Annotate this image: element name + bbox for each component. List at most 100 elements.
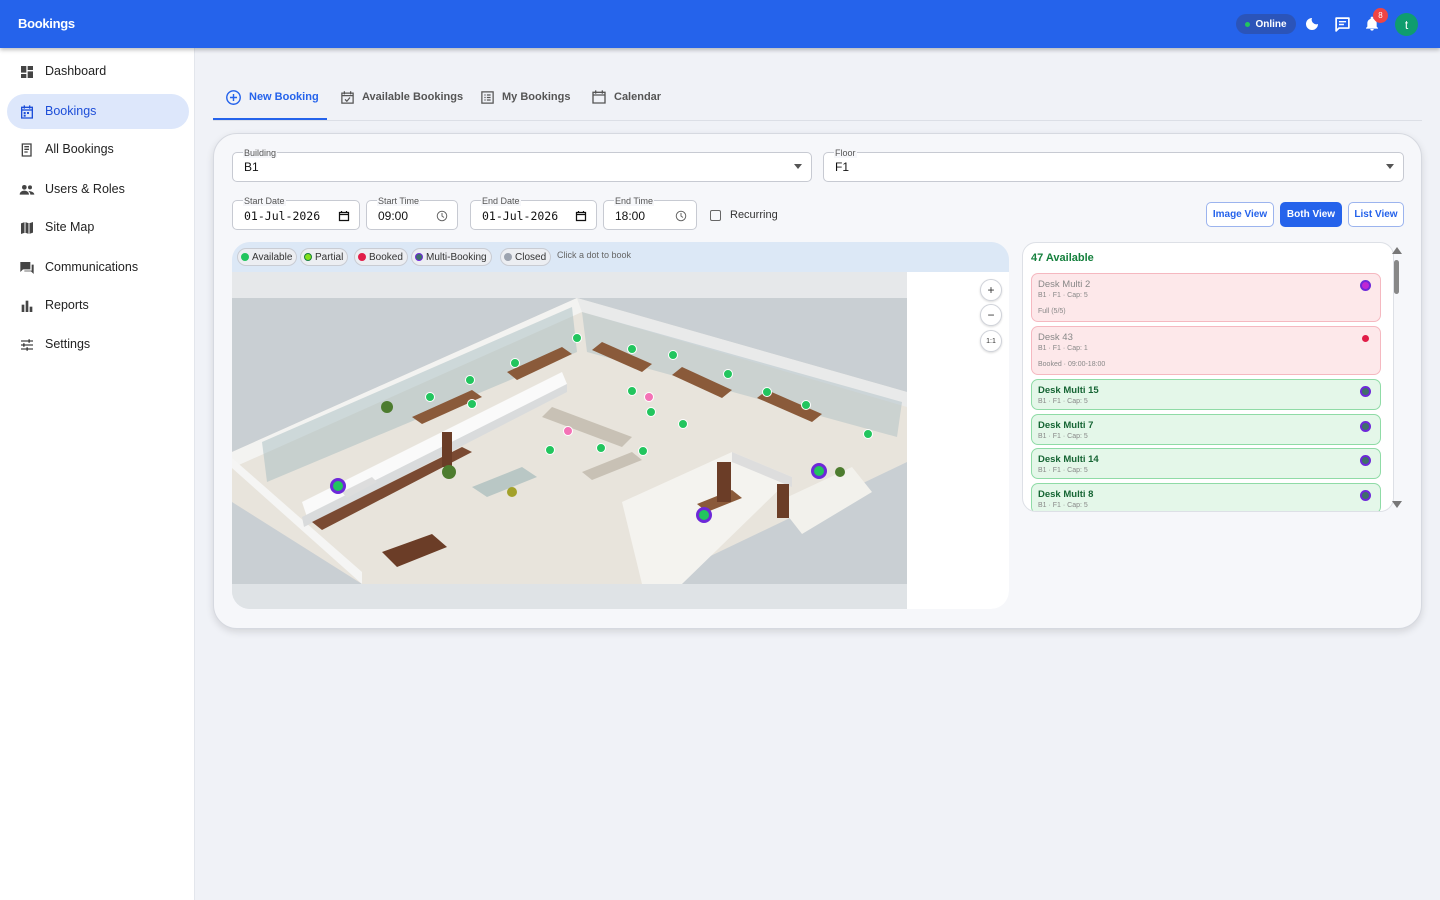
desk-dot-available[interactable] bbox=[668, 350, 678, 360]
tab-label: New Booking bbox=[249, 91, 319, 103]
desk-dot-available[interactable] bbox=[678, 419, 688, 429]
desk-dot-multi-booking[interactable] bbox=[811, 463, 827, 479]
list-item[interactable]: Desk Multi 2 B1 · F1 · Cap: 5 Full (5/5) bbox=[1031, 273, 1381, 322]
floor-plan-image[interactable] bbox=[232, 272, 907, 609]
booked-dot-icon bbox=[358, 253, 366, 261]
sidebar-item-label: Communications bbox=[45, 260, 139, 274]
sidebar-item-reports[interactable]: Reports bbox=[7, 288, 189, 323]
status-dot-icon bbox=[1360, 455, 1371, 466]
chat-icon[interactable] bbox=[1332, 14, 1352, 34]
zoom-out-button[interactable]: − bbox=[980, 304, 1002, 326]
building-value: B1 bbox=[244, 160, 259, 174]
desk-dot-available[interactable] bbox=[467, 399, 477, 409]
recurring-checkbox[interactable]: Recurring bbox=[710, 209, 778, 221]
desk-dot-available[interactable] bbox=[627, 344, 637, 354]
tab-my-bookings[interactable]: My Bookings bbox=[480, 84, 570, 110]
start-time-label: Start Time bbox=[377, 196, 421, 206]
status-dot-icon bbox=[1360, 421, 1371, 432]
desk-dot-available[interactable] bbox=[723, 369, 733, 379]
desk-dot-available[interactable] bbox=[863, 429, 873, 439]
desk-dot-available[interactable] bbox=[572, 333, 582, 343]
tab-calendar[interactable]: Calendar bbox=[591, 84, 661, 110]
end-date-input[interactable]: End Date 01-Jul-2026 bbox=[470, 196, 597, 230]
start-date-input[interactable]: Start Date 01-Jul-2026 bbox=[232, 196, 360, 230]
bar-chart-icon bbox=[21, 300, 33, 312]
desk-dot-available[interactable] bbox=[425, 392, 435, 402]
scroll-down-icon[interactable] bbox=[1392, 501, 1402, 508]
sidebar-item-label: Settings bbox=[45, 337, 91, 351]
list-item[interactable]: Desk Multi 8 B1 · F1 · Cap: 5 bbox=[1031, 483, 1381, 511]
desk-dot-available[interactable] bbox=[646, 407, 656, 417]
tab-available-bookings[interactable]: Available Bookings bbox=[340, 84, 463, 110]
zoom-reset-button[interactable]: 1:1 bbox=[980, 330, 1002, 352]
sidebar-item-users-roles[interactable]: Users & Roles bbox=[7, 172, 189, 207]
sidebar: Dashboard Bookings All Bookings Users & … bbox=[0, 48, 195, 900]
zoom-in-button[interactable]: + bbox=[980, 279, 1002, 301]
checkbox-icon[interactable] bbox=[710, 209, 721, 221]
calendar-icon[interactable] bbox=[338, 210, 350, 222]
end-time-value: 18:00 bbox=[615, 209, 646, 223]
list-item[interactable]: Desk Multi 14 B1 · F1 · Cap: 5 bbox=[1031, 448, 1381, 479]
floor-map-panel: Available Partial Booked Multi-Booking C… bbox=[232, 242, 1009, 609]
desk-dot-multi-booking[interactable] bbox=[330, 478, 346, 494]
legend-multi-booking: Multi-Booking bbox=[411, 248, 492, 266]
scroll-up-icon[interactable] bbox=[1392, 247, 1402, 254]
legend-label: Closed bbox=[515, 251, 547, 263]
sidebar-item-bookings[interactable]: Bookings bbox=[7, 94, 189, 129]
online-dot-icon bbox=[1245, 21, 1251, 27]
start-time-input[interactable]: Start Time 09:00 bbox=[366, 196, 458, 230]
both-view-button[interactable]: Both View bbox=[1280, 202, 1342, 227]
legend-booked: Booked bbox=[354, 248, 408, 266]
floor-select[interactable]: Floor F1 bbox=[823, 148, 1404, 182]
avatar[interactable]: t bbox=[1395, 13, 1418, 36]
desk-title: Desk Multi 15 bbox=[1038, 385, 1099, 396]
clock-icon[interactable] bbox=[436, 210, 448, 222]
calendar-icon[interactable] bbox=[575, 210, 587, 222]
sidebar-item-all-bookings[interactable]: All Bookings bbox=[7, 132, 189, 167]
list-item[interactable]: Desk Multi 7 B1 · F1 · Cap: 5 bbox=[1031, 414, 1381, 445]
sidebar-item-communications[interactable]: Communications bbox=[7, 250, 189, 285]
dark-mode-icon[interactable] bbox=[1302, 14, 1322, 34]
end-date-value: 01-Jul-2026 bbox=[482, 209, 559, 223]
sidebar-item-dashboard[interactable]: Dashboard bbox=[7, 54, 189, 89]
desk-dot-available[interactable] bbox=[545, 445, 555, 455]
image-view-button[interactable]: Image View bbox=[1206, 202, 1274, 227]
list-item[interactable]: Desk 43 B1 · F1 · Cap: 1 Booked · 09:00-… bbox=[1031, 326, 1381, 375]
legend-label: Available bbox=[252, 251, 293, 263]
recurring-label: Recurring bbox=[730, 209, 778, 221]
desk-dot-available[interactable] bbox=[465, 375, 475, 385]
desk-dot-booked[interactable] bbox=[644, 392, 654, 402]
floor-label: Floor bbox=[834, 148, 857, 158]
building-label: Building bbox=[243, 148, 278, 158]
status-dot-icon bbox=[1360, 280, 1371, 291]
active-tab-indicator bbox=[213, 118, 327, 120]
app-title: Bookings bbox=[18, 16, 75, 31]
desk-title: Desk 43 bbox=[1038, 332, 1073, 343]
sidebar-item-site-map[interactable]: Site Map bbox=[7, 210, 189, 245]
desk-dot-available[interactable] bbox=[510, 358, 520, 368]
clock-icon[interactable] bbox=[675, 210, 687, 222]
desk-dot-available[interactable] bbox=[801, 400, 811, 410]
desk-dot-booked[interactable] bbox=[563, 426, 573, 436]
desk-dot-available[interactable] bbox=[627, 386, 637, 396]
status-dot-icon bbox=[1360, 386, 1371, 397]
scrollbar-thumb[interactable] bbox=[1394, 260, 1399, 294]
desk-dot-multi-booking[interactable] bbox=[696, 507, 712, 523]
list-item[interactable]: Desk Multi 15 B1 · F1 · Cap: 5 bbox=[1031, 379, 1381, 410]
chevron-down-icon bbox=[794, 164, 802, 169]
sidebar-item-settings[interactable]: Settings bbox=[7, 327, 189, 362]
desk-dot-available[interactable] bbox=[638, 446, 648, 456]
list-view-button[interactable]: List View bbox=[1348, 202, 1404, 227]
booking-card: Building B1 Floor F1 Start Date 01-Jul-2… bbox=[213, 133, 1422, 629]
chevron-down-icon bbox=[1386, 164, 1394, 169]
building-select[interactable]: Building B1 bbox=[232, 148, 812, 182]
desk-status: Full (5/5) bbox=[1038, 308, 1066, 315]
desk-dot-available[interactable] bbox=[596, 443, 606, 453]
status-badge[interactable]: Online bbox=[1236, 14, 1296, 34]
end-date-label: End Date bbox=[481, 196, 521, 206]
end-time-input[interactable]: End Time 18:00 bbox=[603, 196, 697, 230]
legend-label: Multi-Booking bbox=[426, 251, 487, 263]
tab-new-booking[interactable]: New Booking bbox=[225, 84, 319, 110]
desk-dot-available[interactable] bbox=[762, 387, 772, 397]
notification-count-badge: 8 bbox=[1373, 8, 1388, 23]
